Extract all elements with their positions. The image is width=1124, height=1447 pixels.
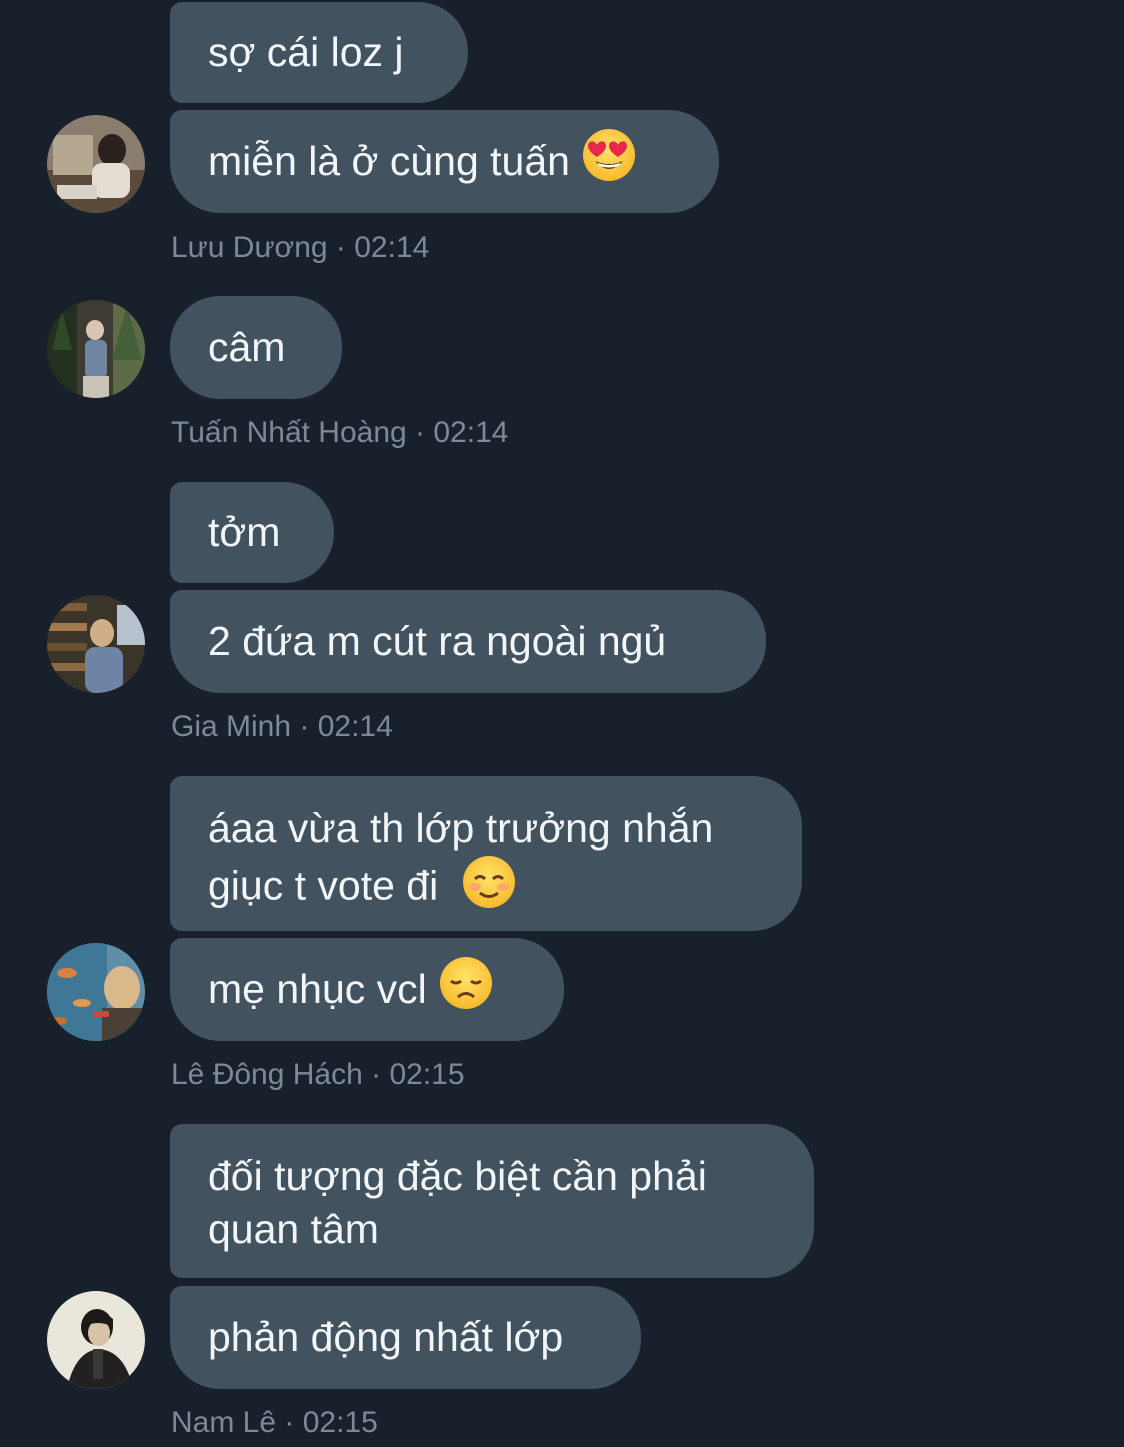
message-text: mẹ nhục vcl xyxy=(208,966,427,1012)
message-text-line: giục t vote đi xyxy=(208,862,439,909)
message-bubble[interactable]: áaa vừa th lớp trưởng nhắn giục t vote đ… xyxy=(170,776,802,931)
message-bubble[interactable]: đối tượng đặc biệt cần phải quan tâm xyxy=(170,1124,814,1278)
message-text-line: quan tâm xyxy=(208,1206,379,1252)
sender-meta: Nam Lê · 02:15 xyxy=(171,1406,378,1439)
message-text: tởm xyxy=(208,509,281,555)
message-text-line: áaa vừa th lớp trưởng nhắn xyxy=(208,805,714,851)
avatar[interactable] xyxy=(47,1291,145,1389)
sender-meta: Lưu Dương · 02:14 xyxy=(171,231,430,264)
sender-meta: Gia Minh · 02:14 xyxy=(171,710,393,743)
disappointed-face-emoji xyxy=(439,956,493,1023)
message-text: sợ cái loz j xyxy=(208,29,404,75)
message-bubble[interactable]: mẹ nhục vcl xyxy=(170,938,564,1041)
avatar[interactable] xyxy=(47,595,145,693)
avatar[interactable] xyxy=(47,300,145,398)
message-bubble[interactable]: câm xyxy=(170,296,342,399)
avatar[interactable] xyxy=(47,115,145,213)
message-text: câm xyxy=(208,324,286,370)
message-bubble[interactable]: sợ cái loz j xyxy=(170,2,468,103)
message-bubble[interactable]: miễn là ở cùng tuấn xyxy=(170,110,719,213)
message-text: 2 đứa m cút ra ngoài ngủ xyxy=(208,618,667,664)
message-text: phản động nhất lớp xyxy=(208,1314,564,1360)
smiling-blush-emoji xyxy=(462,855,516,922)
message-text-line: đối tượng đặc biệt cần phải xyxy=(208,1153,707,1199)
heart-eyes-emoji xyxy=(582,128,636,195)
sender-meta: Tuấn Nhất Hoàng · 02:14 xyxy=(171,416,509,449)
message-bubble[interactable]: phản động nhất lớp xyxy=(170,1286,641,1389)
message-text: miễn là ở cùng tuấn xyxy=(208,138,570,184)
message-bubble[interactable]: tởm xyxy=(170,482,334,583)
message-bubble[interactable]: 2 đứa m cút ra ngoài ngủ xyxy=(170,590,766,693)
avatar[interactable] xyxy=(47,943,145,1041)
sender-meta: Lê Đông Hách · 02:15 xyxy=(171,1058,465,1091)
